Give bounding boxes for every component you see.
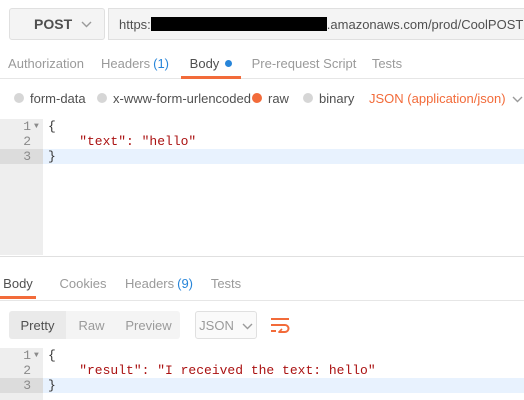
- radio-raw[interactable]: raw: [252, 86, 289, 110]
- tab-body[interactable]: Body: [181, 48, 241, 79]
- line-number: 2: [23, 134, 31, 149]
- redacted-block: [150, 17, 327, 31]
- url-prefix: https:: [119, 16, 151, 32]
- radio-x-www-form-urlencoded[interactable]: x-www-form-urlencoded: [97, 86, 251, 110]
- view-label: Raw: [78, 317, 105, 333]
- view-label: Pretty: [20, 317, 55, 333]
- radio-circle-icon: [97, 93, 107, 103]
- tab-label: Headers: [124, 275, 175, 291]
- code-line-current: 3 }: [0, 149, 524, 164]
- tab-label: Body: [189, 55, 220, 71]
- headers-count: (1): [153, 55, 170, 71]
- url-suffix: .amazonaws.com/prod/CoolPOST: [326, 16, 524, 32]
- tab-authorization[interactable]: Authorization: [6, 48, 86, 78]
- tab-pre-request-script[interactable]: Pre-request Script: [252, 48, 357, 78]
- radio-circle-icon: [14, 93, 24, 103]
- tab-label: Cookies: [59, 275, 107, 291]
- view-label: Preview: [125, 317, 172, 333]
- code-line: 2 "result": "I received the text: hello": [0, 363, 524, 378]
- radio-form-data[interactable]: form-data: [14, 86, 86, 110]
- tab-label: Authorization: [8, 55, 84, 71]
- tab-label: Tests: [210, 275, 242, 291]
- line-number: 3: [0, 149, 43, 164]
- response-tabs: Body Cookies Headers (9) Tests: [0, 268, 524, 301]
- code-text: }: [48, 149, 56, 164]
- view-preview-button[interactable]: Preview: [117, 311, 180, 339]
- headers-count: (9): [177, 275, 194, 291]
- modified-dot-icon: [225, 59, 233, 67]
- tab-response-headers[interactable]: Headers (9): [124, 268, 194, 298]
- radio-label: x-www-form-urlencoded: [113, 90, 251, 106]
- request-tabs: Authorization Headers (1) Body Pre-reques…: [0, 48, 524, 79]
- format-label: JSON: [199, 317, 234, 333]
- fold-arrow-icon[interactable]: ▼: [34, 119, 39, 134]
- body-type-options: form-data x-www-form-urlencoded raw bina…: [0, 86, 524, 110]
- tab-label: Body: [3, 275, 33, 291]
- radio-label: raw: [268, 90, 289, 106]
- code-text: {: [48, 348, 56, 363]
- code-text: "result": "I received the text: hello": [48, 363, 376, 378]
- pane-divider[interactable]: [0, 256, 524, 257]
- request-body-editor[interactable]: 1 ▼ { 2 "text": "hello" 3 }: [0, 119, 524, 255]
- code-text: "text": "hello": [48, 134, 197, 149]
- tab-headers[interactable]: Headers (1): [100, 48, 170, 78]
- content-type-select[interactable]: JSON (application/json): [369, 86, 523, 110]
- radio-label: form-data: [30, 90, 86, 106]
- url-input[interactable]: https: .amazonaws.com/prod/CoolPOST: [108, 8, 524, 40]
- tab-cookies[interactable]: Cookies: [58, 268, 108, 298]
- fold-arrow-icon[interactable]: ▼: [34, 348, 39, 363]
- line-number: 3: [0, 378, 43, 393]
- tab-label: Headers: [100, 55, 151, 71]
- view-raw-button[interactable]: Raw: [66, 311, 117, 339]
- tab-response-tests[interactable]: Tests: [209, 268, 243, 298]
- content-type-label: JSON (application/json): [369, 90, 506, 106]
- radio-selected-icon: [252, 93, 262, 103]
- radio-circle-icon: [303, 93, 313, 103]
- tab-response-body[interactable]: Body: [0, 268, 36, 299]
- wrap-lines-icon[interactable]: [267, 311, 293, 339]
- method-select[interactable]: POST: [9, 8, 105, 40]
- view-pretty-button[interactable]: Pretty: [9, 311, 66, 339]
- code-text: {: [48, 119, 56, 134]
- chevron-down-icon: [242, 318, 253, 333]
- tab-label: Pre-request Script: [251, 55, 357, 71]
- radio-binary[interactable]: binary: [303, 86, 354, 110]
- tab-tests[interactable]: Tests: [370, 48, 404, 78]
- code-line: 1 ▼ {: [0, 119, 524, 134]
- code-text: }: [48, 378, 56, 393]
- line-number: 2: [23, 363, 31, 378]
- chevron-down-icon: [81, 17, 92, 31]
- code-line: 1 ▼ {: [0, 348, 524, 363]
- radio-label: binary: [319, 90, 355, 106]
- method-label: POST: [34, 16, 73, 32]
- format-select[interactable]: JSON: [195, 311, 257, 339]
- chevron-down-icon: [512, 91, 523, 106]
- request-bar: POST https: .amazonaws.com/prod/CoolPOST: [0, 0, 524, 48]
- tab-label: Tests: [371, 55, 403, 71]
- code-line: 2 "text": "hello": [0, 134, 524, 149]
- code-line-current: 3 }: [0, 378, 524, 393]
- response-body-viewer[interactable]: 1 ▼ { 2 "result": "I received the text: …: [0, 348, 524, 400]
